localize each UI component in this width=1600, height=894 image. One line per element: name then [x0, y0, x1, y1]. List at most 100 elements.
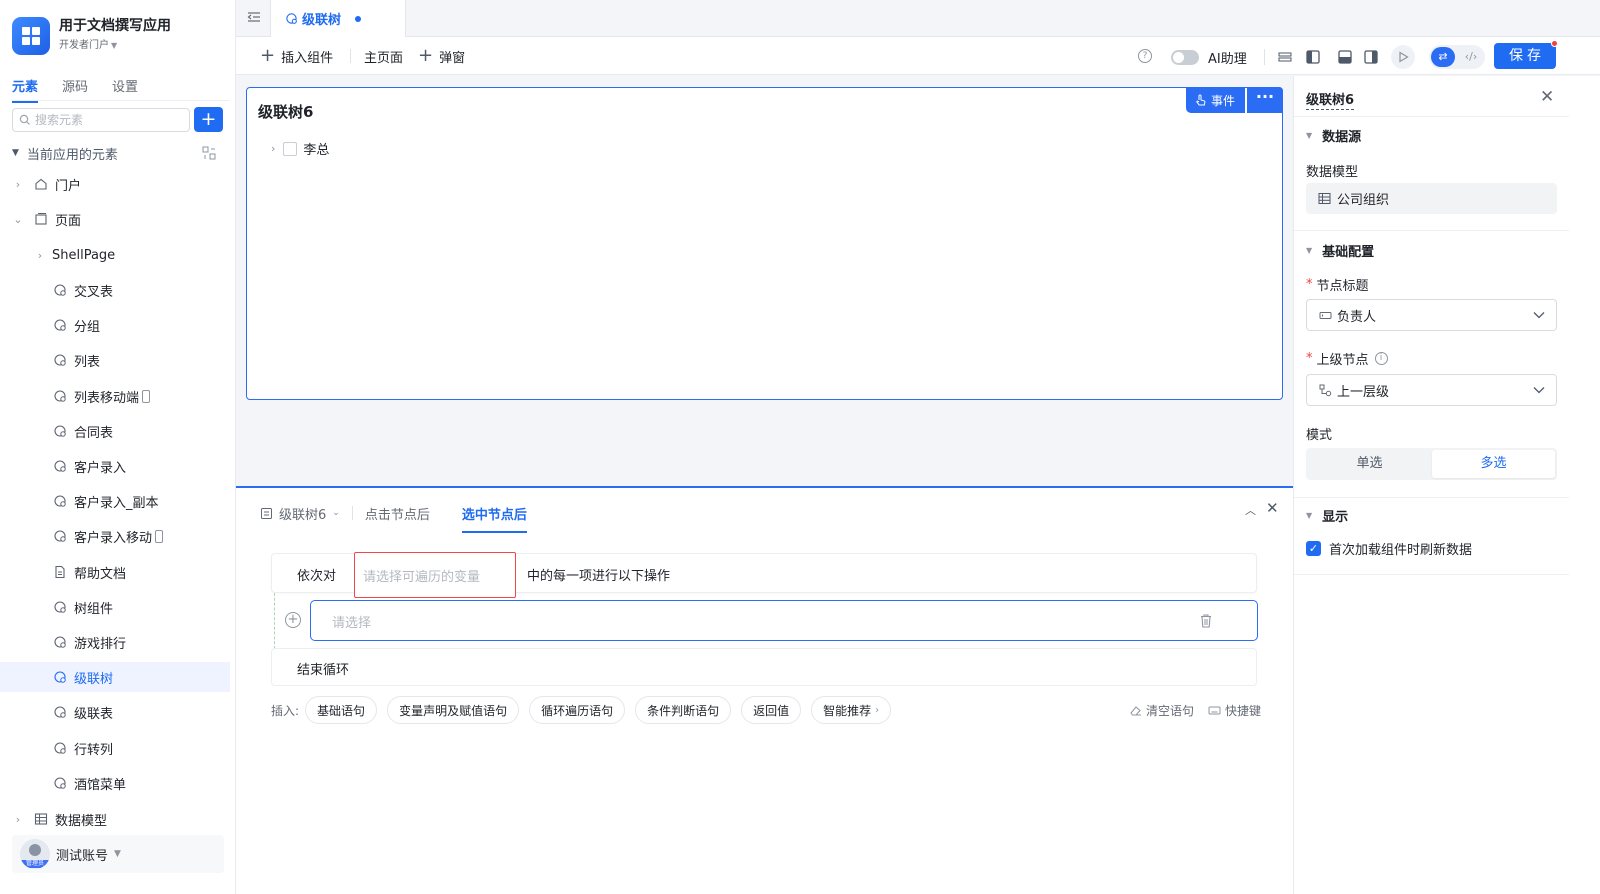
chip-smart-suggest[interactable]: 智能推荐 ›: [811, 696, 892, 724]
more-actions-button[interactable]: ···: [1247, 87, 1283, 113]
chevron-right-icon[interactable]: ›: [271, 142, 275, 155]
tree-item-page[interactable]: 帮助文档: [0, 557, 230, 587]
chip-return-value[interactable]: 返回值: [741, 696, 802, 724]
tree-section-header[interactable]: ▼ 当前应用的元素: [12, 144, 224, 163]
account-switcher[interactable]: 管理员 测试账号 ▼: [12, 835, 224, 873]
props-title[interactable]: 级联树6: [1306, 89, 1355, 110]
layout-icon[interactable]: [1277, 49, 1293, 65]
chevron-up-icon[interactable]: ︿: [1245, 502, 1256, 518]
tab-node-selected[interactable]: 选中节点后: [461, 502, 527, 533]
tree-item-page[interactable]: 行转列: [0, 733, 230, 763]
code-mode-icon[interactable]: ‹/›: [1461, 47, 1481, 67]
tree-item-page[interactable]: 游戏排行: [0, 627, 230, 657]
field-icon: [1319, 311, 1332, 319]
chip-basic-statement[interactable]: 基础语句: [305, 696, 378, 724]
mobile-icon: [155, 529, 164, 543]
tree-item-label: 行转列: [74, 742, 114, 758]
checkbox-checked[interactable]: ✓: [1306, 541, 1321, 556]
right-panel-icon[interactable]: [1363, 49, 1379, 65]
insert-component-button[interactable]: + 插入组件: [260, 47, 333, 66]
tree-item-label: 客户录入移动: [74, 530, 153, 546]
clear-statements-button[interactable]: 清空语句: [1129, 702, 1194, 719]
main-page-button[interactable]: 主页面: [364, 47, 403, 66]
tree-item-page[interactable]: 客户录入: [0, 451, 230, 481]
add-statement-icon[interactable]: +: [285, 612, 301, 628]
collapse-sidebar-icon[interactable]: [246, 9, 262, 25]
ai-assistant-toggle[interactable]: [1171, 50, 1199, 65]
tree-item-shellpage[interactable]: › ShellPage: [0, 240, 230, 270]
node-checkbox[interactable]: [283, 141, 298, 156]
node-title-select[interactable]: 负责人: [1306, 299, 1557, 331]
visual-mode-icon[interactable]: ⇄: [1431, 47, 1455, 67]
parent-node-select[interactable]: 上一层级: [1306, 374, 1557, 406]
mode-single[interactable]: 单选: [1308, 450, 1431, 478]
component-selector[interactable]: 级联树6 ⌄: [260, 502, 340, 524]
info-icon[interactable]: i: [1374, 352, 1388, 365]
view-mode-switch[interactable]: ⇄ ‹/›: [1429, 45, 1485, 69]
group-display[interactable]: ▼ 显示: [1306, 506, 1348, 525]
group-datasource[interactable]: ▼ 数据源: [1306, 126, 1361, 145]
bottom-panel-icon[interactable]: [1337, 49, 1353, 65]
tree-item-page[interactable]: 酒馆菜单: [0, 768, 230, 798]
tree-item-page[interactable]: 分组: [0, 310, 230, 340]
event-button[interactable]: 事件: [1185, 87, 1245, 113]
statement-tools: 清空语句 快捷键: [1115, 702, 1261, 719]
trash-icon[interactable]: [1199, 613, 1213, 629]
refresh-on-load-option[interactable]: ✓ 首次加载组件时刷新数据: [1306, 539, 1472, 558]
mode-multiple[interactable]: 多选: [1432, 450, 1555, 478]
statement-select[interactable]: 请选择: [310, 600, 1258, 641]
table-icon: [34, 813, 48, 825]
save-button[interactable]: 保存: [1494, 40, 1558, 69]
app-logo[interactable]: [12, 17, 50, 55]
tree-item-page[interactable]: 合同表: [0, 416, 230, 446]
tree-item-page[interactable]: 树组件: [0, 592, 230, 622]
tab-node-click[interactable]: 点击节点后: [365, 502, 430, 524]
tree-item-page[interactable]: 交叉表: [0, 275, 230, 305]
close-icon[interactable]: ✕: [1266, 499, 1279, 517]
component-icon: [53, 776, 67, 790]
popup-button[interactable]: + 弹窗: [418, 47, 465, 66]
tree-item-page[interactable]: 客户录入移动: [0, 521, 230, 551]
tree-item-portal[interactable]: › 门户: [0, 169, 230, 199]
component-title: 级联树6: [258, 103, 314, 121]
chevron-down-icon: ⌄: [332, 508, 340, 518]
chip-variable-statement[interactable]: 变量声明及赋值语句: [387, 696, 520, 724]
tree-item-page[interactable]: 级联表: [0, 697, 230, 727]
shortcut-button[interactable]: 快捷键: [1208, 702, 1261, 719]
data-model-value: 公司组织: [1337, 193, 1390, 208]
chip-condition-statement[interactable]: 条件判断语句: [635, 696, 732, 724]
search-input[interactable]: [35, 113, 185, 127]
help-icon[interactable]: ?: [1138, 49, 1152, 63]
component-icon: [53, 389, 67, 403]
locate-icon[interactable]: [202, 146, 216, 160]
tree-item-page[interactable]: 列表移动端: [0, 381, 230, 411]
mode-switch: 单选 多选: [1306, 448, 1557, 480]
portal-switcher[interactable]: 开发者门户 ▼: [59, 39, 171, 53]
tree-item-label: 分组: [74, 319, 101, 335]
data-model-label: 数据模型: [1306, 161, 1358, 180]
tree-item-pages[interactable]: ⌄ 页面: [0, 204, 230, 234]
tree-item-page[interactable]: 级联树: [0, 662, 230, 692]
add-element-button[interactable]: +: [194, 107, 223, 132]
tree-item-data-model[interactable]: › 数据模型: [0, 804, 230, 834]
tab-settings[interactable]: 设置: [112, 76, 138, 103]
save-label: 保存: [1509, 48, 1545, 64]
data-model-field[interactable]: 公司组织: [1306, 183, 1557, 214]
cascade-tree-component[interactable]: 级联树6 事件 ··· › 李总: [246, 87, 1283, 400]
insert-label: 插入:: [271, 703, 300, 718]
loop-variable-select[interactable]: 请选择可遍历的变量: [354, 552, 516, 598]
preview-button[interactable]: [1391, 45, 1415, 69]
group-basic-config[interactable]: ▼ 基础配置: [1306, 241, 1374, 260]
tree-node[interactable]: › 李总: [271, 139, 329, 158]
tab-source[interactable]: 源码: [62, 76, 88, 103]
close-icon[interactable]: ✕: [1540, 87, 1554, 107]
tab-elements[interactable]: 元素: [12, 76, 39, 103]
chip-label: 智能推荐: [823, 703, 872, 718]
tree-item-page[interactable]: 客户录入_副本: [0, 486, 230, 516]
tab-cascade-tree[interactable]: 级联树: [270, 0, 406, 37]
left-panel-icon[interactable]: [1305, 49, 1321, 65]
tree-item-label: 酒馆菜单: [74, 777, 127, 793]
chip-loop-statement[interactable]: 循环遍历语句: [529, 696, 626, 724]
option-label: 首次加载组件时刷新数据: [1329, 543, 1473, 558]
tree-item-page[interactable]: 列表: [0, 345, 230, 375]
